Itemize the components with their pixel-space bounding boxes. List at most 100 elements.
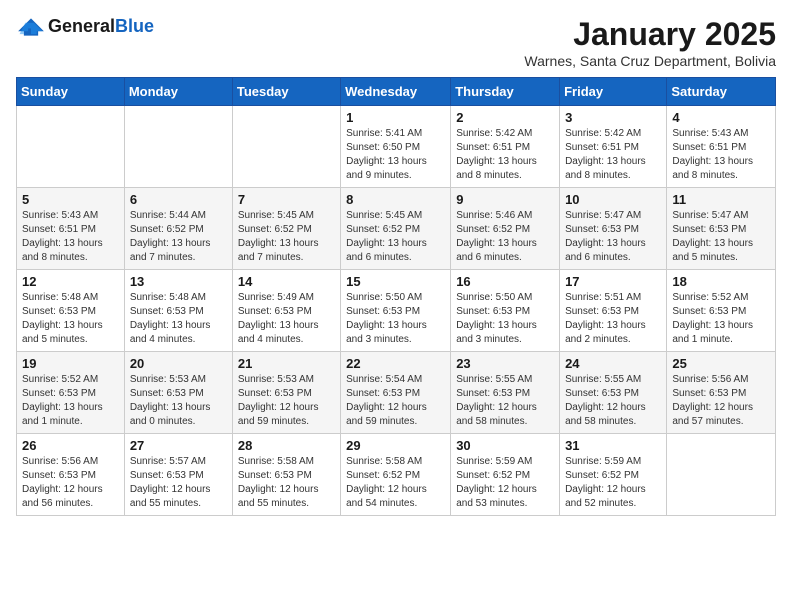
calendar-cell: 30Sunrise: 5:59 AM Sunset: 6:52 PM Dayli…: [451, 434, 560, 516]
calendar-cell: 8 Sunrise: 5:45 AM Sunset: 6:52 PM Daylig…: [341, 188, 451, 270]
day-header-thursday: Thursday: [451, 78, 560, 106]
calendar-cell: 26 Sunrise: 5:56 AM Sunset: 6:53 PM Dayli…: [17, 434, 125, 516]
week-row-2: 5 Sunrise: 5:43 AM Sunset: 6:51 PM Daylig…: [17, 188, 776, 270]
calendar-table: SundayMondayTuesdayWednesdayThursdayFrid…: [16, 77, 776, 516]
title-section: January 2025 Warnes, Santa Cruz Departme…: [524, 16, 776, 69]
day-header-monday: Monday: [124, 78, 232, 106]
day-number: 31: [565, 438, 661, 453]
calendar-cell: 18 Sunrise: 5:52 AM Sunset: 6:53 PM Dayli…: [667, 270, 776, 352]
day-number: 22: [346, 356, 445, 371]
day-info: Sunrise: 5:55 AM Sunset: 6:53 PM Dayligh…: [565, 373, 661, 429]
day-number: 13: [130, 274, 227, 289]
calendar-cell: 15 Sunrise: 5:50 AM Sunset: 6:53 PM Dayli…: [341, 270, 451, 352]
day-info: Sunrise: 5:43 AM Sunset: 6:51 PM Dayligh…: [22, 209, 119, 265]
day-info: Sunrise: 5:51 AM Sunset: 6:53 PM Dayligh…: [565, 291, 661, 347]
calendar-cell: 17Sunrise: 5:51 AM Sunset: 6:53 PM Dayli…: [560, 270, 667, 352]
calendar-cell: [232, 106, 340, 188]
day-info: Sunrise: 5:50 AM Sunset: 6:53 PM Dayligh…: [346, 291, 445, 347]
week-row-5: 26 Sunrise: 5:56 AM Sunset: 6:53 PM Dayli…: [17, 434, 776, 516]
calendar-cell: [667, 434, 776, 516]
day-info: Sunrise: 5:59 AM Sunset: 6:52 PM Dayligh…: [456, 455, 554, 511]
day-number: 9: [456, 192, 554, 207]
day-header-friday: Friday: [560, 78, 667, 106]
day-info: Sunrise: 5:45 AM Sunset: 6:52 PM Dayligh…: [238, 209, 335, 265]
calendar-cell: 29Sunrise: 5:58 AM Sunset: 6:52 PM Dayli…: [341, 434, 451, 516]
day-number: 1: [346, 110, 445, 125]
day-number: 25: [672, 356, 770, 371]
day-number: 27: [130, 438, 227, 453]
calendar-cell: 21 Sunrise: 5:53 AM Sunset: 6:53 PM Dayli…: [232, 352, 340, 434]
calendar-cell: 23 Sunrise: 5:55 AM Sunset: 6:53 PM Dayli…: [451, 352, 560, 434]
day-number: 6: [130, 192, 227, 207]
calendar-header-row: SundayMondayTuesdayWednesdayThursdayFrid…: [17, 78, 776, 106]
logo-general-text: General: [48, 16, 115, 36]
day-info: Sunrise: 5:58 AM Sunset: 6:52 PM Dayligh…: [346, 455, 445, 511]
day-header-tuesday: Tuesday: [232, 78, 340, 106]
day-info: Sunrise: 5:42 AM Sunset: 6:51 PM Dayligh…: [565, 127, 661, 183]
day-header-wednesday: Wednesday: [341, 78, 451, 106]
calendar-cell: [124, 106, 232, 188]
day-info: Sunrise: 5:52 AM Sunset: 6:53 PM Dayligh…: [22, 373, 119, 429]
day-number: 14: [238, 274, 335, 289]
day-number: 10: [565, 192, 661, 207]
day-info: Sunrise: 5:48 AM Sunset: 6:53 PM Dayligh…: [22, 291, 119, 347]
day-info: Sunrise: 5:53 AM Sunset: 6:53 PM Dayligh…: [238, 373, 335, 429]
day-info: Sunrise: 5:59 AM Sunset: 6:52 PM Dayligh…: [565, 455, 661, 511]
calendar-cell: 13 Sunrise: 5:48 AM Sunset: 6:53 PM Dayli…: [124, 270, 232, 352]
day-info: Sunrise: 5:54 AM Sunset: 6:53 PM Dayligh…: [346, 373, 445, 429]
day-info: Sunrise: 5:57 AM Sunset: 6:53 PM Dayligh…: [130, 455, 227, 511]
calendar-cell: 16Sunrise: 5:50 AM Sunset: 6:53 PM Dayli…: [451, 270, 560, 352]
calendar-cell: 3 Sunrise: 5:42 AM Sunset: 6:51 PM Daylig…: [560, 106, 667, 188]
calendar-cell: 12 Sunrise: 5:48 AM Sunset: 6:53 PM Dayli…: [17, 270, 125, 352]
day-info: Sunrise: 5:56 AM Sunset: 6:53 PM Dayligh…: [672, 373, 770, 429]
calendar-cell: 6 Sunrise: 5:44 AM Sunset: 6:52 PM Daylig…: [124, 188, 232, 270]
day-number: 3: [565, 110, 661, 125]
day-info: Sunrise: 5:41 AM Sunset: 6:50 PM Dayligh…: [346, 127, 445, 183]
day-header-sunday: Sunday: [17, 78, 125, 106]
day-number: 15: [346, 274, 445, 289]
week-row-1: 1 Sunrise: 5:41 AM Sunset: 6:50 PM Daylig…: [17, 106, 776, 188]
day-number: 23: [456, 356, 554, 371]
calendar-cell: 5 Sunrise: 5:43 AM Sunset: 6:51 PM Daylig…: [17, 188, 125, 270]
calendar-cell: 19 Sunrise: 5:52 AM Sunset: 6:53 PM Dayli…: [17, 352, 125, 434]
day-info: Sunrise: 5:56 AM Sunset: 6:53 PM Dayligh…: [22, 455, 119, 511]
calendar-cell: 31 Sunrise: 5:59 AM Sunset: 6:52 PM Dayli…: [560, 434, 667, 516]
day-number: 18: [672, 274, 770, 289]
day-number: 8: [346, 192, 445, 207]
day-info: Sunrise: 5:49 AM Sunset: 6:53 PM Dayligh…: [238, 291, 335, 347]
day-number: 21: [238, 356, 335, 371]
calendar-cell: 2 Sunrise: 5:42 AM Sunset: 6:51 PM Daylig…: [451, 106, 560, 188]
calendar-cell: [17, 106, 125, 188]
day-number: 26: [22, 438, 119, 453]
day-number: 11: [672, 192, 770, 207]
day-info: Sunrise: 5:44 AM Sunset: 6:52 PM Dayligh…: [130, 209, 227, 265]
day-number: 2: [456, 110, 554, 125]
calendar-cell: 14 Sunrise: 5:49 AM Sunset: 6:53 PM Dayli…: [232, 270, 340, 352]
day-info: Sunrise: 5:55 AM Sunset: 6:53 PM Dayligh…: [456, 373, 554, 429]
day-info: Sunrise: 5:48 AM Sunset: 6:53 PM Dayligh…: [130, 291, 227, 347]
day-number: 7: [238, 192, 335, 207]
calendar-cell: 9Sunrise: 5:46 AM Sunset: 6:52 PM Daylig…: [451, 188, 560, 270]
calendar-cell: 25 Sunrise: 5:56 AM Sunset: 6:53 PM Dayli…: [667, 352, 776, 434]
day-number: 20: [130, 356, 227, 371]
day-info: Sunrise: 5:52 AM Sunset: 6:53 PM Dayligh…: [672, 291, 770, 347]
calendar-body: 1 Sunrise: 5:41 AM Sunset: 6:50 PM Daylig…: [17, 106, 776, 516]
day-info: Sunrise: 5:42 AM Sunset: 6:51 PM Dayligh…: [456, 127, 554, 183]
calendar-cell: 27 Sunrise: 5:57 AM Sunset: 6:53 PM Dayli…: [124, 434, 232, 516]
day-info: Sunrise: 5:45 AM Sunset: 6:52 PM Dayligh…: [346, 209, 445, 265]
day-number: 16: [456, 274, 554, 289]
logo-icon: [16, 17, 46, 37]
day-number: 24: [565, 356, 661, 371]
day-number: 19: [22, 356, 119, 371]
day-info: Sunrise: 5:58 AM Sunset: 6:53 PM Dayligh…: [238, 455, 335, 511]
logo-blue-text: Blue: [115, 16, 154, 36]
day-number: 5: [22, 192, 119, 207]
day-number: 4: [672, 110, 770, 125]
calendar-title: January 2025: [524, 16, 776, 53]
week-row-4: 19 Sunrise: 5:52 AM Sunset: 6:53 PM Dayli…: [17, 352, 776, 434]
calendar-cell: 7 Sunrise: 5:45 AM Sunset: 6:52 PM Daylig…: [232, 188, 340, 270]
calendar-cell: 20 Sunrise: 5:53 AM Sunset: 6:53 PM Dayli…: [124, 352, 232, 434]
day-info: Sunrise: 5:43 AM Sunset: 6:51 PM Dayligh…: [672, 127, 770, 183]
day-number: 12: [22, 274, 119, 289]
day-info: Sunrise: 5:53 AM Sunset: 6:53 PM Dayligh…: [130, 373, 227, 429]
